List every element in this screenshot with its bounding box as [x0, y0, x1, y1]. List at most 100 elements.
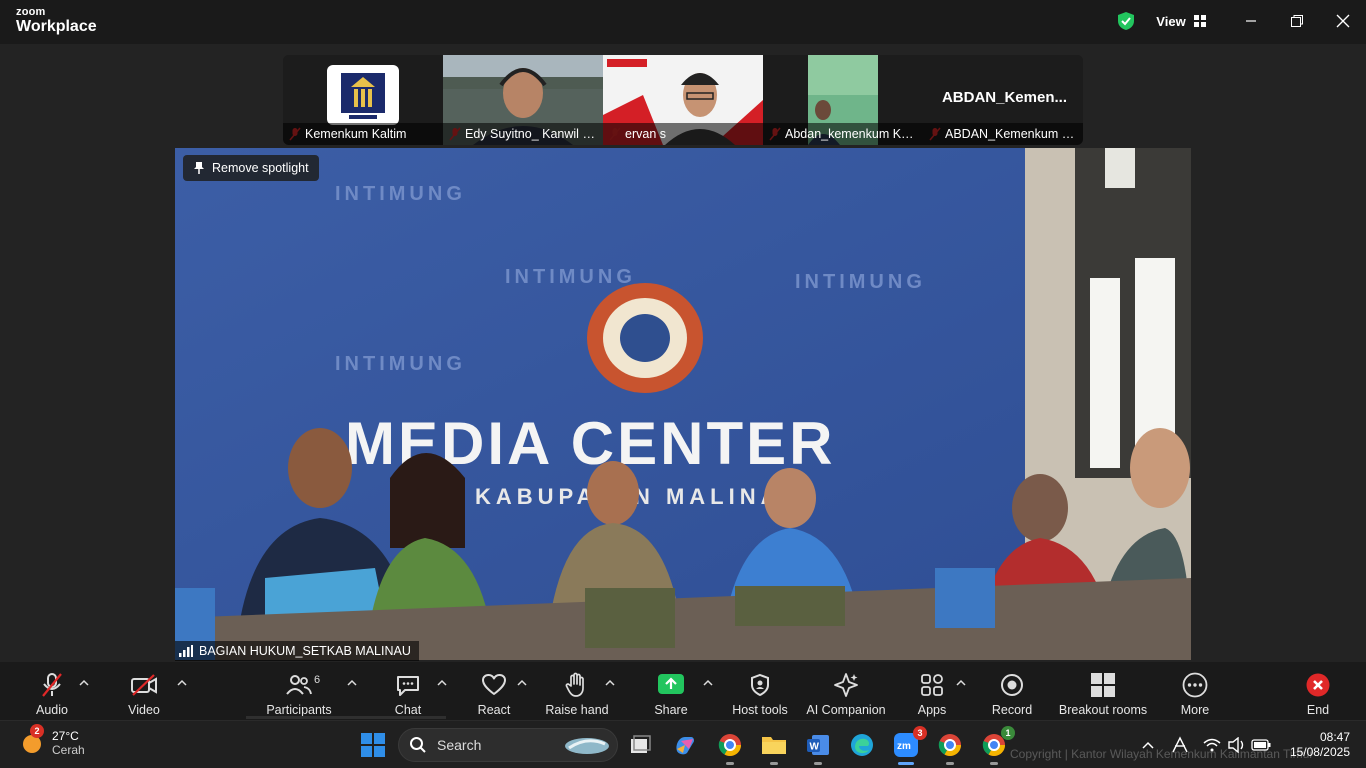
chrome-button[interactable] [715, 730, 745, 765]
chevron-up-icon [956, 679, 966, 686]
chevron-up-icon [517, 679, 527, 686]
svg-text:W: W [810, 742, 820, 753]
audio-options-caret[interactable] [77, 676, 91, 690]
breakout-rooms-label: Breakout rooms [1058, 703, 1148, 717]
participants-icon [286, 675, 312, 695]
participant-tile-2[interactable]: Edy Suyitno_ Kanwil K... [443, 55, 603, 145]
weather-desc: Cerah [52, 743, 85, 757]
zoom-taskbar-button[interactable]: zm 3 [891, 726, 927, 765]
battery-tray-icon[interactable] [1246, 730, 1276, 760]
video-button[interactable]: Video [119, 662, 169, 720]
chrome-profile-2-button[interactable]: 1 [979, 726, 1015, 765]
react-button[interactable]: React [474, 662, 514, 720]
organization-logo-icon [327, 65, 399, 125]
participant-tile-5[interactable]: ABDAN_Kemen... ABDAN_Kemenkum K... [923, 55, 1083, 145]
audio-button[interactable]: Audio [27, 662, 77, 720]
hand-icon [565, 672, 584, 697]
record-label: Record [991, 703, 1033, 717]
remove-spotlight-button[interactable]: Remove spotlight [183, 155, 319, 181]
weather-badge: 2 [30, 724, 44, 738]
more-icon [1182, 672, 1208, 698]
host-tools-button[interactable]: Host tools [730, 662, 790, 720]
participants-options-caret[interactable] [345, 676, 359, 690]
apps-icon [921, 674, 943, 696]
sparkle-icon [834, 673, 858, 697]
end-label: End [1306, 703, 1330, 717]
audio-label: Audio [36, 703, 68, 717]
share-button[interactable]: Share [651, 662, 691, 720]
share-screen-icon [658, 674, 684, 694]
breakout-rooms-button[interactable]: Breakout rooms [1058, 662, 1148, 720]
remove-spotlight-label: Remove spotlight [212, 161, 309, 175]
chevron-up-icon [1142, 741, 1154, 749]
react-options-caret[interactable] [515, 676, 529, 690]
participants-count: 6 [314, 674, 321, 686]
end-meeting-button[interactable]: End [1298, 662, 1338, 720]
raise-hand-label: Raise hand [545, 703, 609, 717]
chevron-up-icon [703, 679, 713, 686]
security-shield-icon[interactable] [1117, 11, 1135, 31]
pin-icon [194, 162, 204, 174]
start-button[interactable] [358, 730, 388, 760]
edge-button[interactable] [847, 730, 877, 760]
host-tools-label: Host tools [732, 703, 788, 717]
view-button[interactable]: View [1147, 8, 1215, 34]
brand-top: zoom [16, 6, 46, 18]
restore-icon [1291, 15, 1303, 27]
record-button[interactable]: Record [992, 662, 1032, 720]
close-button[interactable] [1328, 8, 1358, 34]
apps-button[interactable]: Apps [912, 662, 952, 720]
minimize-button[interactable] [1236, 8, 1266, 34]
chat-button[interactable]: Chat [388, 662, 428, 720]
weather-widget[interactable]: 2 27°C Cerah [20, 724, 85, 757]
view-label: View [1156, 13, 1186, 29]
ai-companion-button[interactable]: AI Companion [806, 662, 886, 720]
participant-tile-3[interactable]: ervan s [603, 55, 763, 145]
chat-options-caret[interactable] [435, 676, 449, 690]
copilot-button[interactable] [670, 730, 700, 760]
meeting-toolbar: Audio Video Participants 6 Chat React Ra… [0, 662, 1366, 720]
ai-companion-label: AI Companion [806, 703, 886, 717]
participants-label: Participants [266, 703, 332, 717]
chevron-up-icon [79, 679, 89, 686]
participant-name: ervan s [603, 123, 763, 145]
taskbar-search[interactable]: Search [398, 728, 618, 762]
chevron-up-icon [605, 679, 615, 686]
chevron-up-icon [347, 679, 357, 686]
word-icon: W [807, 735, 829, 755]
restore-button[interactable] [1282, 8, 1312, 34]
video-scene: INTIMUNG INTIMUNG INTIMUNG INTIMUNG MEDI… [175, 148, 1191, 660]
speaker-name: BAGIAN HUKUM_SETKAB MALINAU [199, 644, 411, 658]
show-hidden-icons-button[interactable] [1133, 730, 1163, 760]
participant-tile-4[interactable]: Abdan_kemenkum Ka... [763, 55, 923, 145]
shield-icon [751, 673, 769, 697]
participant-name: Abdan_kemenkum Ka... [763, 123, 923, 145]
word-button[interactable]: W [803, 730, 833, 765]
participant-tile-1[interactable]: Kemenkum Kaltim [283, 55, 443, 145]
participants-button[interactable]: Participants [262, 662, 336, 720]
chrome-profile-button[interactable] [935, 730, 965, 765]
weather-sun-icon: 2 [20, 724, 44, 755]
location-icon [1172, 736, 1188, 753]
clock-date: 15/08/2025 [1289, 745, 1350, 759]
raise-hand-button[interactable]: Raise hand [545, 662, 609, 720]
share-options-caret[interactable] [701, 676, 715, 690]
video-options-caret[interactable] [175, 676, 189, 690]
weather-temp: 27°C [52, 729, 79, 743]
raise-hand-options-caret[interactable] [603, 676, 617, 690]
task-view-button[interactable] [625, 730, 655, 760]
chrome-badge: 1 [1001, 726, 1015, 740]
apps-options-caret[interactable] [954, 676, 968, 690]
main-video: INTIMUNG INTIMUNG INTIMUNG INTIMUNG MEDI… [175, 148, 1191, 660]
more-button[interactable]: More [1175, 662, 1215, 720]
backdrop-pattern-2: INTIMUNG [505, 266, 636, 288]
zoom-badge: 3 [913, 726, 927, 740]
location-tray-icon[interactable] [1165, 730, 1195, 760]
chevron-up-icon [437, 679, 447, 686]
apps-label: Apps [917, 703, 947, 717]
system-clock[interactable]: 08:47 15/08/2025 [1290, 730, 1350, 760]
chevron-up-icon [177, 679, 187, 686]
title-bar: zoom Workplace View [0, 0, 1366, 44]
file-explorer-button[interactable] [759, 730, 789, 765]
participant-name: ABDAN_Kemenkum K... [923, 123, 1083, 145]
